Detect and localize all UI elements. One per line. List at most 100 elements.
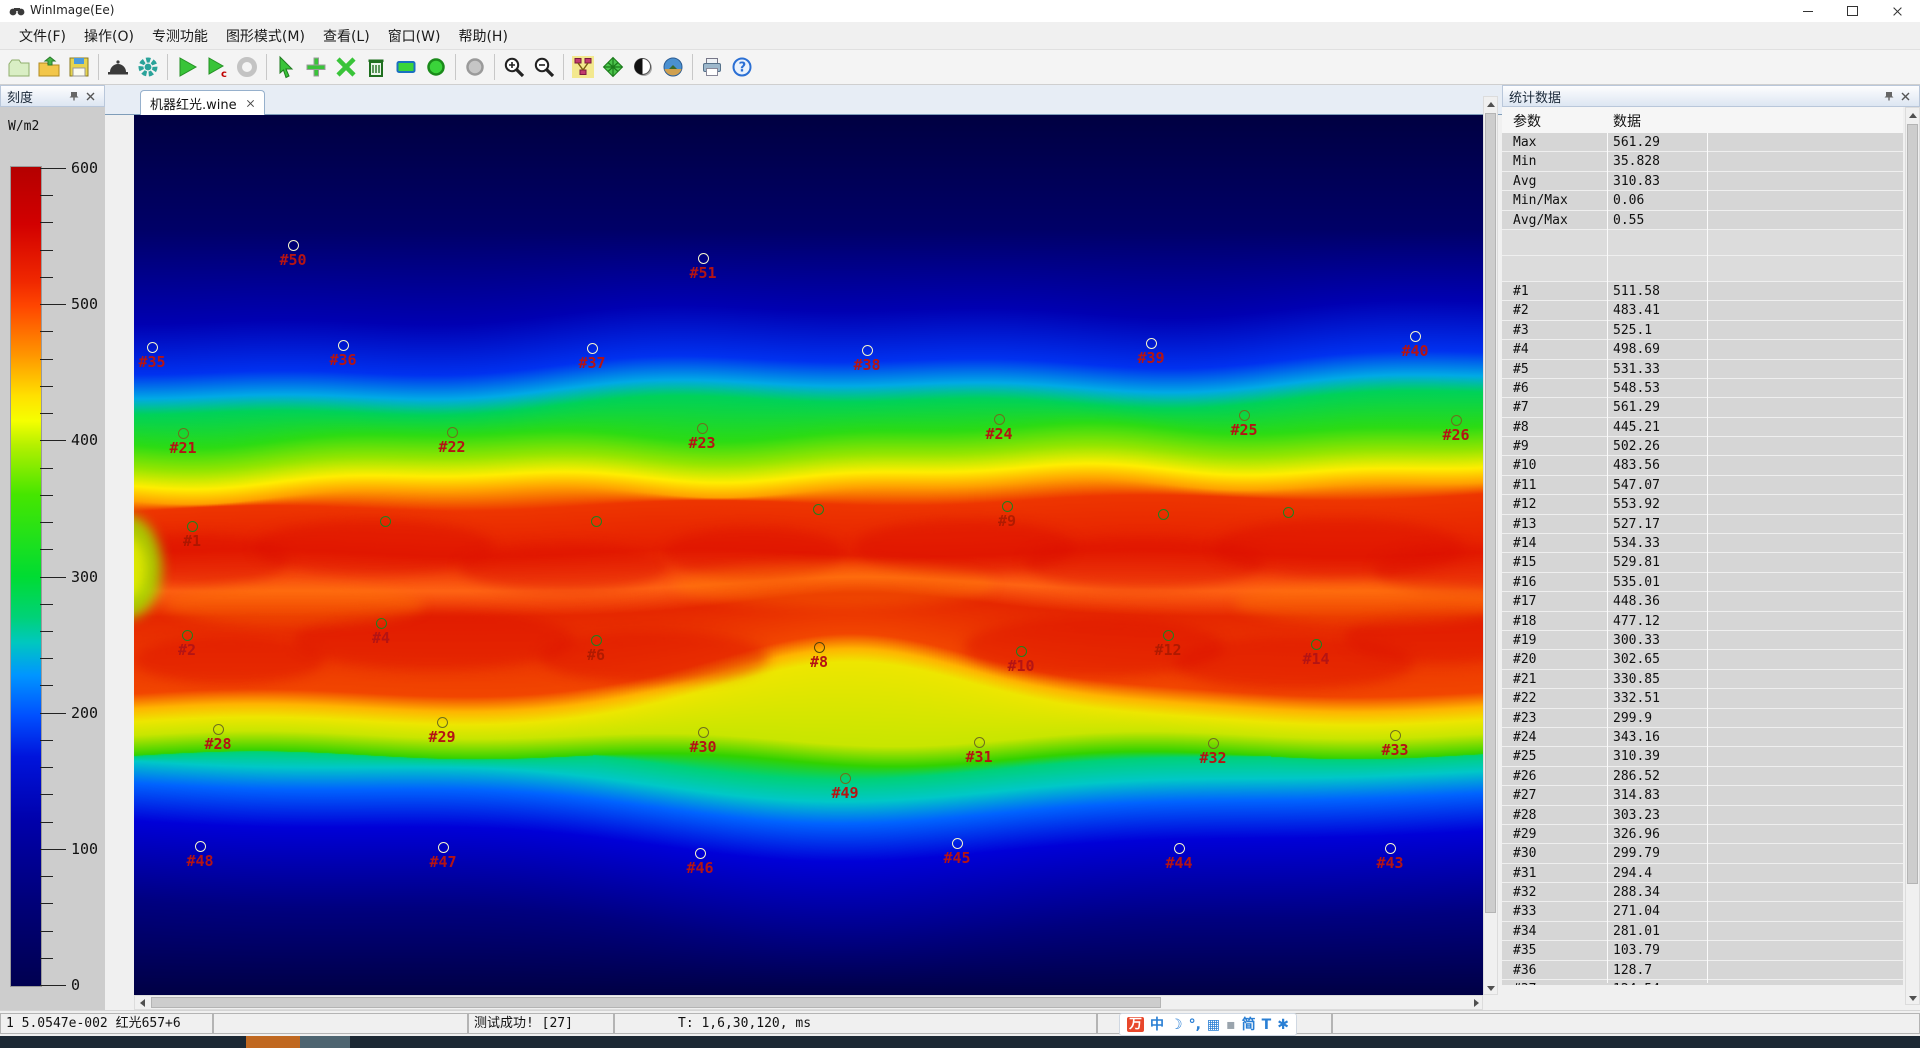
- keyboard-icon[interactable]: ▦: [1207, 1018, 1220, 1032]
- minor-tick: [40, 903, 53, 904]
- settings-gear-button[interactable]: [133, 52, 163, 82]
- document-tab[interactable]: 机器红光.wine: [140, 90, 265, 116]
- stats-value: 502.26: [1613, 437, 1660, 456]
- minor-tick: [40, 958, 53, 959]
- menu-item-0[interactable]: 文件(F): [10, 23, 75, 49]
- save-button[interactable]: [64, 52, 94, 82]
- stats-row: #1511.58: [1502, 282, 1903, 301]
- settings-icon[interactable]: ✱: [1277, 1018, 1289, 1032]
- image-mode-button[interactable]: [658, 52, 688, 82]
- stats-row: #21330.85: [1502, 670, 1903, 689]
- status-empty-cell: [1332, 1013, 1920, 1034]
- minor-tick: [40, 222, 53, 223]
- run-button[interactable]: [172, 52, 202, 82]
- tick-label: 300: [71, 568, 98, 586]
- print-button[interactable]: [697, 52, 727, 82]
- stats-value: 561.29: [1613, 133, 1660, 152]
- moon-icon[interactable]: ☽: [1170, 1018, 1183, 1032]
- heatmap-image[interactable]: [134, 115, 1483, 995]
- menu-item-3[interactable]: 图形模式(M): [217, 23, 314, 49]
- tab-close-icon[interactable]: [246, 99, 255, 108]
- circle-region-button[interactable]: [421, 52, 451, 82]
- menu-item-6[interactable]: 帮助(H): [449, 23, 516, 49]
- stats-value: 294.4: [1613, 864, 1652, 883]
- stats-value: 483.41: [1613, 301, 1660, 320]
- tick-label: 600: [71, 159, 98, 177]
- minimize-button[interactable]: [1785, 0, 1830, 22]
- stats-value: 326.96: [1613, 825, 1660, 844]
- menu-item-1[interactable]: 操作(O): [75, 23, 143, 49]
- simplified-icon[interactable]: 简: [1242, 1018, 1256, 1032]
- stats-value: 299.9: [1613, 709, 1652, 728]
- svg-text:?: ?: [739, 61, 747, 76]
- stats-param: #4: [1513, 340, 1529, 359]
- stats-param: #16: [1513, 573, 1536, 592]
- taskbar-item[interactable]: [246, 1036, 300, 1048]
- stats-row: #13527.17: [1502, 515, 1903, 534]
- title-bar: WinImage(Ee): [0, 0, 1920, 23]
- stats-param: Min: [1513, 152, 1536, 171]
- close-icon[interactable]: [82, 88, 98, 104]
- stats-value: 477.12: [1613, 612, 1660, 631]
- stats-value: 448.36: [1613, 592, 1660, 611]
- run-continuous-button[interactable]: c: [202, 52, 232, 82]
- punct-icon[interactable]: °,: [1189, 1018, 1201, 1032]
- image-vscrollbar[interactable]: [1483, 96, 1498, 995]
- rect-region-button[interactable]: [391, 52, 421, 82]
- close-button[interactable]: [1875, 0, 1920, 22]
- stop-button[interactable]: [232, 52, 262, 82]
- contrast-mode-button[interactable]: [628, 52, 658, 82]
- pin-icon[interactable]: [66, 88, 82, 104]
- maximize-button[interactable]: [1830, 0, 1875, 22]
- stats-vscrollbar[interactable]: [1905, 107, 1920, 1005]
- menu-item-5[interactable]: 窗口(W): [379, 23, 450, 49]
- zoom-in-button[interactable]: [499, 52, 529, 82]
- stats-param: #36: [1513, 961, 1536, 980]
- close-icon[interactable]: [1897, 88, 1913, 104]
- chinese-mode-icon[interactable]: 中: [1150, 1018, 1164, 1032]
- stats-panel-header: 统计数据: [1502, 85, 1920, 107]
- delete-point-button[interactable]: [331, 52, 361, 82]
- image-hscrollbar[interactable]: [134, 995, 1483, 1010]
- circle-region-disabled-button[interactable]: [460, 52, 490, 82]
- mesh-view-button[interactable]: [598, 52, 628, 82]
- stats-param: #33: [1513, 902, 1536, 921]
- person-icon[interactable]: ▪: [1226, 1018, 1236, 1032]
- delete-all-button[interactable]: [361, 52, 391, 82]
- status-bar: 1 5.0547e-002 红光657+6 测试成功! [27] T: 1,6,…: [0, 1010, 1920, 1037]
- menu-item-2[interactable]: 专测功能: [143, 23, 217, 49]
- pin-icon[interactable]: [1881, 88, 1897, 104]
- add-point-button[interactable]: [301, 52, 331, 82]
- skin-icon[interactable]: T: [1262, 1018, 1272, 1032]
- stats-param: #3: [1513, 321, 1529, 340]
- open-file-button[interactable]: [34, 52, 64, 82]
- stats-param: #31: [1513, 864, 1536, 883]
- stats-panel: 统计数据 参数 数据 Max561.29Min35.828Avg310.83Mi…: [1502, 85, 1920, 1008]
- minor-tick: [40, 685, 53, 686]
- stats-row: Min35.828: [1502, 152, 1903, 171]
- column-value: 数据: [1613, 111, 1641, 131]
- stats-value: 302.65: [1613, 650, 1660, 669]
- zoom-out-button[interactable]: [529, 52, 559, 82]
- ime-toolbar[interactable]: 万中 ☽ °, ▦ ▪ 简T ✱: [1119, 1013, 1297, 1036]
- stats-value: 310.39: [1613, 747, 1660, 766]
- stats-value: 103.79: [1613, 941, 1660, 960]
- taskbar-item[interactable]: [300, 1036, 350, 1048]
- stats-value: 527.17: [1613, 515, 1660, 534]
- app-window: WinImage(Ee) 文件(F)操作(O)专测功能图形模式(M)查看(L)窗…: [0, 0, 1920, 1048]
- tick-label: 200: [71, 704, 98, 722]
- menu-item-4[interactable]: 查看(L): [314, 23, 379, 49]
- select-cursor-button[interactable]: [271, 52, 301, 82]
- stats-row: #15529.81: [1502, 553, 1903, 572]
- stats-param: Min/Max: [1513, 191, 1568, 210]
- stats-param: #5: [1513, 360, 1529, 379]
- stats-row: #26286.52: [1502, 767, 1903, 786]
- wan-badge-icon[interactable]: 万: [1127, 1017, 1144, 1032]
- stats-param: #7: [1513, 398, 1529, 417]
- stats-value: 498.69: [1613, 340, 1660, 359]
- stats-row: #20302.65: [1502, 650, 1903, 669]
- instrument-dome-button[interactable]: [103, 52, 133, 82]
- topology-view-button[interactable]: [568, 52, 598, 82]
- help-button[interactable]: ?: [727, 52, 757, 82]
- new-file-button[interactable]: [4, 52, 34, 82]
